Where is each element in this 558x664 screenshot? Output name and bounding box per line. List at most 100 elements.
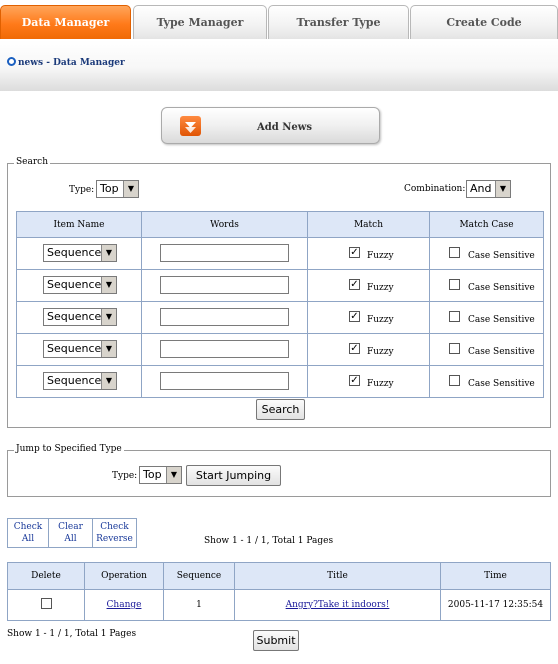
time-cell: 2005-11-17 12:35:54 — [440, 589, 551, 621]
change-link[interactable]: Change — [107, 600, 142, 610]
chevron-down-icon: ▼ — [123, 181, 138, 197]
words-input[interactable] — [160, 372, 289, 390]
item-name-select[interactable]: Sequence ▼ — [43, 276, 117, 294]
item-name-value: Sequence — [47, 374, 102, 387]
type-label: Type: — [69, 185, 95, 195]
words-input[interactable] — [160, 308, 289, 326]
jump-type-select[interactable]: Top ▼ — [139, 466, 182, 484]
column-header: Item Name — [16, 211, 142, 238]
search-row: Sequence ▼ ✓ Fuzzy Case Sensitive — [16, 237, 544, 270]
column-header: Match — [307, 211, 430, 238]
breadcrumb-band: news - Data Manager — [0, 40, 558, 91]
chevron-down-icon: ▼ — [166, 467, 181, 483]
pager-bottom: Show 1 - 1 / 1, Total 1 Pages — [7, 629, 137, 639]
type-select-value: Top — [100, 182, 119, 195]
words-input[interactable] — [160, 276, 289, 294]
tab-transfer-type[interactable]: Transfer Type — [268, 5, 409, 39]
chevron-down-icon: ▼ — [101, 341, 116, 357]
jump-legend: Jump to Specified Type — [14, 444, 124, 454]
combination-select-value: And — [470, 182, 492, 195]
case-sensitive-label: Case Sensitive — [468, 283, 535, 293]
breadcrumb: news - Data Manager — [7, 57, 125, 68]
breadcrumb-text: news - Data Manager — [18, 58, 125, 68]
tab-create-code[interactable]: Create Code — [410, 5, 558, 39]
chevron-down-icon: ▼ — [101, 245, 116, 261]
delete-cell — [7, 589, 85, 621]
case-sensitive-checkbox[interactable] — [449, 311, 460, 322]
chevron-down-icon: ▼ — [101, 277, 116, 293]
title-cell: Angry?Take it indoors! — [234, 589, 441, 621]
jump-type-value: Top — [143, 468, 162, 481]
check-reverse-line2: Reverse — [96, 534, 133, 544]
item-name-select[interactable]: Sequence ▼ — [43, 372, 117, 390]
fuzzy-label: Fuzzy — [367, 251, 394, 261]
fuzzy-label: Fuzzy — [367, 283, 394, 293]
start-jumping-button[interactable]: Start Jumping — [186, 465, 281, 486]
check-buttons: Check All Clear All Check Reverse — [7, 518, 137, 548]
search-legend: Search — [14, 157, 50, 167]
column-header: Sequence — [163, 562, 235, 590]
column-header: Words — [141, 211, 308, 238]
fuzzy-checkbox[interactable]: ✓ — [349, 279, 360, 290]
news-list-table: Delete Operation Sequence Title Time Cha… — [7, 562, 551, 621]
title-link[interactable]: Angry?Take it indoors! — [286, 600, 390, 610]
fuzzy-label: Fuzzy — [367, 315, 394, 325]
fuzzy-label: Fuzzy — [367, 347, 394, 357]
search-button[interactable]: Search — [256, 399, 305, 420]
search-criteria-table: Item Name Words Match Match Case Sequenc… — [16, 211, 544, 398]
fuzzy-checkbox[interactable]: ✓ — [349, 343, 360, 354]
tab-data-manager[interactable]: Data Manager — [0, 5, 131, 39]
search-row: Sequence ▼ ✓ Fuzzy Case Sensitive — [16, 365, 544, 398]
check-reverse-line1: Check — [100, 522, 129, 532]
combination-select[interactable]: And ▼ — [466, 180, 511, 198]
case-sensitive-label: Case Sensitive — [468, 315, 535, 325]
case-sensitive-checkbox[interactable] — [449, 343, 460, 354]
clear-all-button[interactable]: Clear All — [48, 518, 93, 548]
jump-fieldset: Jump to Specified Type Type: Top ▼ Start… — [7, 444, 551, 497]
item-name-select[interactable]: Sequence ▼ — [43, 340, 117, 358]
words-input[interactable] — [160, 244, 289, 262]
words-input[interactable] — [160, 340, 289, 358]
column-header: Title — [234, 562, 441, 590]
delete-checkbox[interactable] — [40, 598, 52, 609]
check-all-line2: All — [21, 534, 35, 544]
bullet-icon — [7, 57, 16, 66]
case-sensitive-checkbox[interactable] — [449, 279, 460, 290]
item-name-value: Sequence — [47, 310, 102, 323]
fuzzy-checkbox[interactable]: ✓ — [349, 247, 360, 258]
pager-top: Show 1 - 1 / 1, Total 1 Pages — [204, 536, 334, 546]
item-name-value: Sequence — [47, 342, 102, 355]
search-fieldset: Search Type: Top ▼ Combination: And ▼ It… — [7, 157, 551, 428]
case-sensitive-checkbox[interactable] — [449, 375, 460, 386]
fuzzy-label: Fuzzy — [367, 379, 394, 389]
item-name-select[interactable]: Sequence ▼ — [43, 308, 117, 326]
combination-label: Combination: — [404, 184, 466, 194]
jump-type-label: Type: — [112, 471, 138, 481]
add-news-icon — [180, 116, 201, 136]
fuzzy-checkbox[interactable]: ✓ — [349, 311, 360, 322]
tab-type-manager[interactable]: Type Manager — [133, 5, 267, 39]
submit-button[interactable]: Submit — [253, 630, 299, 651]
check-all-line1: Check — [13, 522, 43, 532]
operation-cell: Change — [84, 589, 164, 621]
table-row: Change 1 Angry?Take it indoors! 2005-11-… — [7, 589, 551, 621]
type-select[interactable]: Top ▼ — [96, 180, 139, 198]
add-news-button[interactable]: Add News — [161, 107, 380, 144]
case-sensitive-checkbox[interactable] — [449, 247, 460, 258]
column-header: Delete — [7, 562, 85, 590]
column-header: Time — [440, 562, 551, 590]
search-row: Sequence ▼ ✓ Fuzzy Case Sensitive — [16, 269, 544, 302]
check-reverse-button[interactable]: Check Reverse — [92, 518, 137, 548]
search-row: Sequence ▼ ✓ Fuzzy Case Sensitive — [16, 301, 544, 334]
check-all-button[interactable]: Check All — [7, 518, 49, 548]
sequence-cell: 1 — [163, 589, 235, 621]
item-name-value: Sequence — [47, 278, 102, 291]
search-row: Sequence ▼ ✓ Fuzzy Case Sensitive — [16, 333, 544, 366]
tab-bar: Data Manager Type Manager Transfer Type … — [0, 5, 558, 45]
item-name-select[interactable]: Sequence ▼ — [43, 244, 117, 262]
item-name-value: Sequence — [47, 246, 102, 259]
case-sensitive-label: Case Sensitive — [468, 379, 535, 389]
column-header: Operation — [84, 562, 164, 590]
case-sensitive-label: Case Sensitive — [468, 251, 535, 261]
fuzzy-checkbox[interactable]: ✓ — [349, 375, 360, 386]
